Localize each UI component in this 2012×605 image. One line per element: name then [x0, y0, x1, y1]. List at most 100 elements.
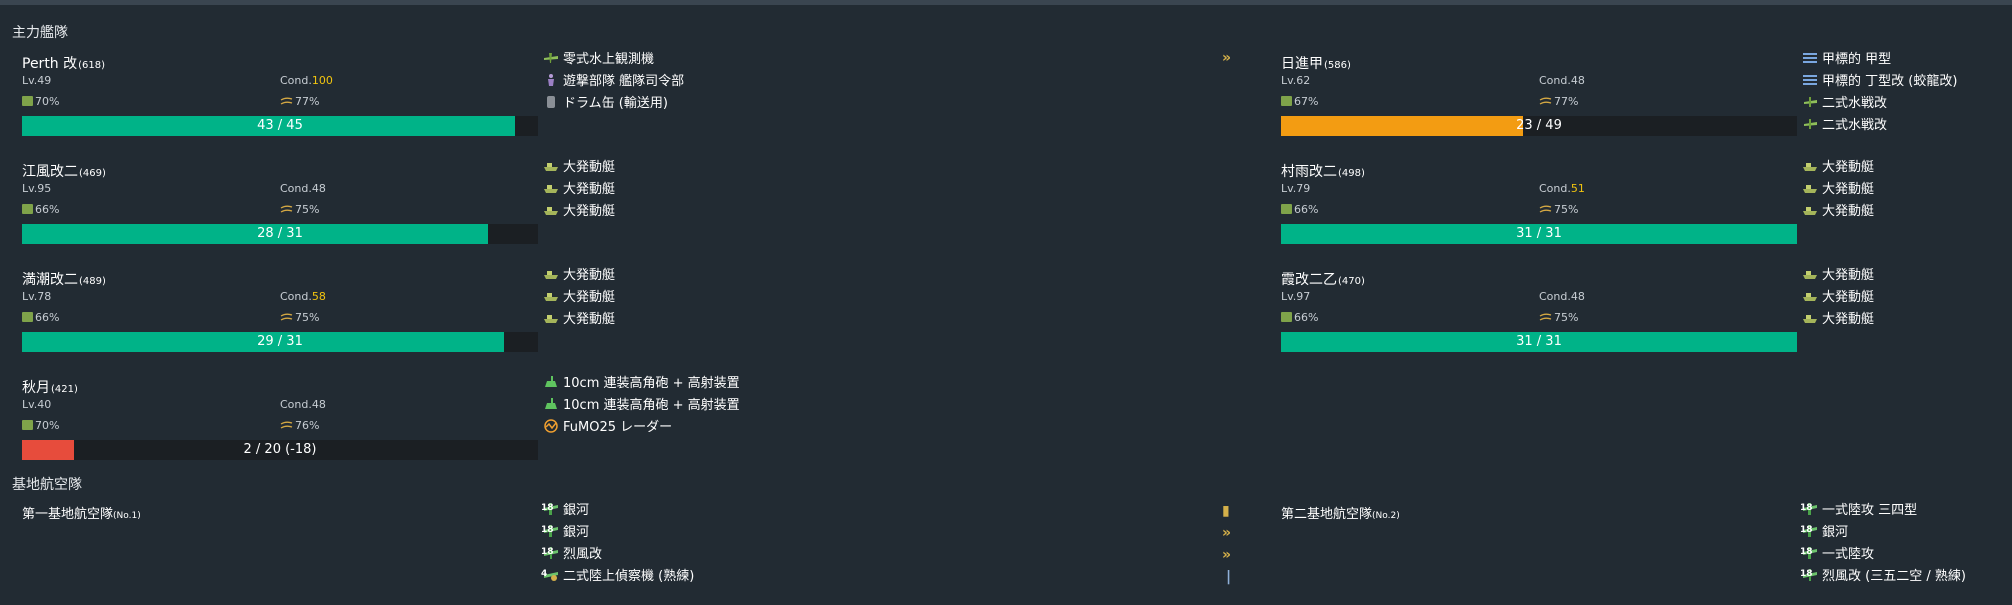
drum-icon	[543, 95, 559, 109]
equip-item[interactable]: FuMO25 レーダー	[543, 417, 1103, 439]
equip-item[interactable]: 10cm 連装高角砲 + 高射装置	[543, 395, 1103, 417]
equip-item[interactable]: 18 一式陸攻	[1800, 544, 2012, 566]
ship-card[interactable]: 江風改二(469) Lv.95 Cond.48 66% 75% 28 / 31	[22, 161, 538, 261]
fuel-icon	[1281, 96, 1292, 106]
ship-card[interactable]: 秋月(421) Lv.40 Cond.48 70% 76% 2 / 20 (-18)	[22, 377, 538, 477]
landing-craft-icon	[1802, 181, 1818, 195]
equip-item[interactable]: 大発動艇	[543, 157, 1103, 179]
equip-item[interactable]: 零式水上観測機	[543, 49, 1103, 71]
ammo-icon	[1539, 97, 1552, 105]
ship-condition: Cond.48	[1539, 290, 1585, 303]
hp-bar: 31 / 31	[1281, 224, 1797, 244]
equip-item[interactable]: 二式水戦改	[1802, 93, 2012, 115]
ammo-icon	[280, 97, 293, 105]
cond-label: Cond.	[280, 290, 312, 303]
equip-item[interactable]: 大発動艇	[543, 287, 1103, 309]
fuel-icon	[22, 204, 33, 214]
equip-name: 烈風改	[563, 547, 603, 562]
equip-item[interactable]: ドラム缶 (輸送用)	[543, 93, 1103, 115]
ship-card[interactable]: 霞改二乙(470) Lv.97 Cond.48 66% 75% 31 / 31	[1281, 269, 1797, 369]
cond-value: 48	[311, 398, 326, 411]
cond-value: 100	[311, 74, 333, 87]
equip-item[interactable]: 大発動艇	[1802, 265, 2012, 287]
equip-item[interactable]: 18 銀河	[541, 522, 1103, 544]
ammo-icon	[280, 421, 293, 429]
equip-item[interactable]: 遊撃部隊 艦隊司令部	[543, 71, 1103, 93]
ship-fuel: 70%	[22, 95, 59, 108]
equip-item[interactable]: 10cm 連装高角砲 + 高射装置	[543, 373, 1103, 395]
equip-level: 4	[541, 569, 548, 579]
proficiency-icon: »	[1222, 50, 1232, 66]
ship-name-label: Perth 改	[22, 56, 78, 72]
equip-item[interactable]: 甲標的 丁型改 (蛟龍改)	[1802, 71, 2012, 93]
ship-card[interactable]: Perth 改(618) Lv.49 Cond.100 70% 77% 43 / 45	[22, 53, 538, 153]
ship-id: (469)	[79, 168, 106, 179]
hp-bar: 2 / 20 (-18)	[22, 440, 538, 460]
equip-item[interactable]: 大発動艇	[543, 179, 1103, 201]
ship-card[interactable]: 日進甲(586) Lv.62 Cond.48 67% 77% 23 / 49	[1281, 53, 1797, 153]
equip-item[interactable]: 18 銀河	[541, 500, 1103, 522]
equip-item[interactable]: 大発動艇	[1802, 309, 2012, 331]
equip-name: 10cm 連装高角砲 + 高射装置	[563, 398, 740, 413]
ship-fuel: 70%	[22, 419, 59, 432]
equip-name: 二式水戦改	[1822, 118, 1888, 133]
seaplane-fighter-icon	[1802, 95, 1818, 109]
ship-card[interactable]: 満潮改二(489) Lv.78 Cond.58 66% 75% 29 / 31	[22, 269, 538, 369]
equip-item[interactable]: 大発動艇	[1802, 201, 2012, 223]
equip-name: 大発動艇	[1822, 182, 1875, 197]
landing-craft-icon	[1802, 267, 1818, 281]
equip-level: 18	[541, 525, 554, 535]
equip-name: 10cm 連装高角砲 + 高射装置	[563, 376, 740, 391]
landing-craft-icon	[543, 203, 559, 217]
ship-condition: Cond.48	[1539, 74, 1585, 87]
equip-list: 大発動艇 大発動艇 大発動艇	[1802, 157, 2012, 223]
equip-item[interactable]: 18 烈風改	[541, 544, 1103, 566]
equip-item[interactable]: 甲標的 甲型	[1802, 49, 2012, 71]
ship-name-label: 日進甲	[1281, 56, 1323, 72]
equip-item[interactable]: 18 烈風改 (三五二空 / 熟練)	[1800, 566, 2012, 588]
ship-card[interactable]: 村雨改二(498) Lv.79 Cond.51 66% 75% 31 / 31	[1281, 161, 1797, 261]
equip-list: 大発動艇 大発動艇 大発動艇	[543, 265, 1103, 331]
equip-name: 銀河	[1822, 525, 1849, 540]
hp-text: 31 / 31	[1516, 226, 1562, 241]
ship-name: 満潮改二(489)	[22, 269, 106, 289]
ammo-value: 75%	[1554, 311, 1579, 324]
landing-craft-icon	[543, 159, 559, 173]
landing-craft-icon	[1802, 159, 1818, 173]
equip-item[interactable]: 18 一式陸攻 三四型	[1800, 500, 2012, 522]
ship-ammo: 76%	[280, 419, 319, 432]
equip-item[interactable]: 大発動艇	[543, 201, 1103, 223]
fuel-icon	[1281, 204, 1292, 214]
equip-list: 甲標的 甲型 甲標的 丁型改 (蛟龍改) 二式水戦改 二式水戦改	[1802, 49, 2012, 137]
ship-name-label: 霞改二乙	[1281, 272, 1337, 288]
equip-name: 零式水上観測機	[563, 52, 655, 67]
equip-item[interactable]: 大発動艇	[1802, 287, 2012, 309]
equip-item[interactable]: 18 銀河	[1800, 522, 2012, 544]
cond-value: 48	[1570, 290, 1585, 303]
equip-item[interactable]: 大発動艇	[1802, 179, 2012, 201]
equip-item[interactable]: 大発動艇	[543, 265, 1103, 287]
equip-name: 大発動艇	[563, 204, 616, 219]
fuel-icon	[22, 312, 33, 322]
top-border	[0, 0, 2012, 5]
ship-name-label: 秋月	[22, 380, 50, 396]
ship-name: Perth 改(618)	[22, 53, 105, 73]
equip-item[interactable]: 大発動艇	[1802, 157, 2012, 179]
ship-name: 日進甲(586)	[1281, 53, 1351, 73]
ship-id: (586)	[1324, 60, 1351, 71]
ship-id: (618)	[78, 60, 106, 71]
land-bomber-icon: 18	[1800, 524, 1818, 538]
equip-item[interactable]: 4 二式陸上偵察機 (熟練)	[541, 566, 1103, 588]
landing-craft-icon	[1802, 289, 1818, 303]
ammo-icon	[1539, 313, 1552, 321]
equip-name: 銀河	[563, 503, 590, 518]
equip-level: 18	[1800, 525, 1813, 535]
equip-level: 18	[1800, 569, 1813, 579]
hp-text: 23 / 49	[1516, 118, 1562, 133]
equip-list: 大発動艇 大発動艇 大発動艇	[1802, 265, 2012, 331]
equip-list: 零式水上観測機遊撃部隊 艦隊司令部 ドラム缶 (輸送用)	[543, 49, 1103, 115]
fuel-value: 70%	[35, 95, 60, 108]
equip-item[interactable]: 二式水戦改	[1802, 115, 2012, 137]
equip-item[interactable]: 大発動艇	[543, 309, 1103, 331]
hp-bar: 43 / 45	[22, 116, 538, 136]
